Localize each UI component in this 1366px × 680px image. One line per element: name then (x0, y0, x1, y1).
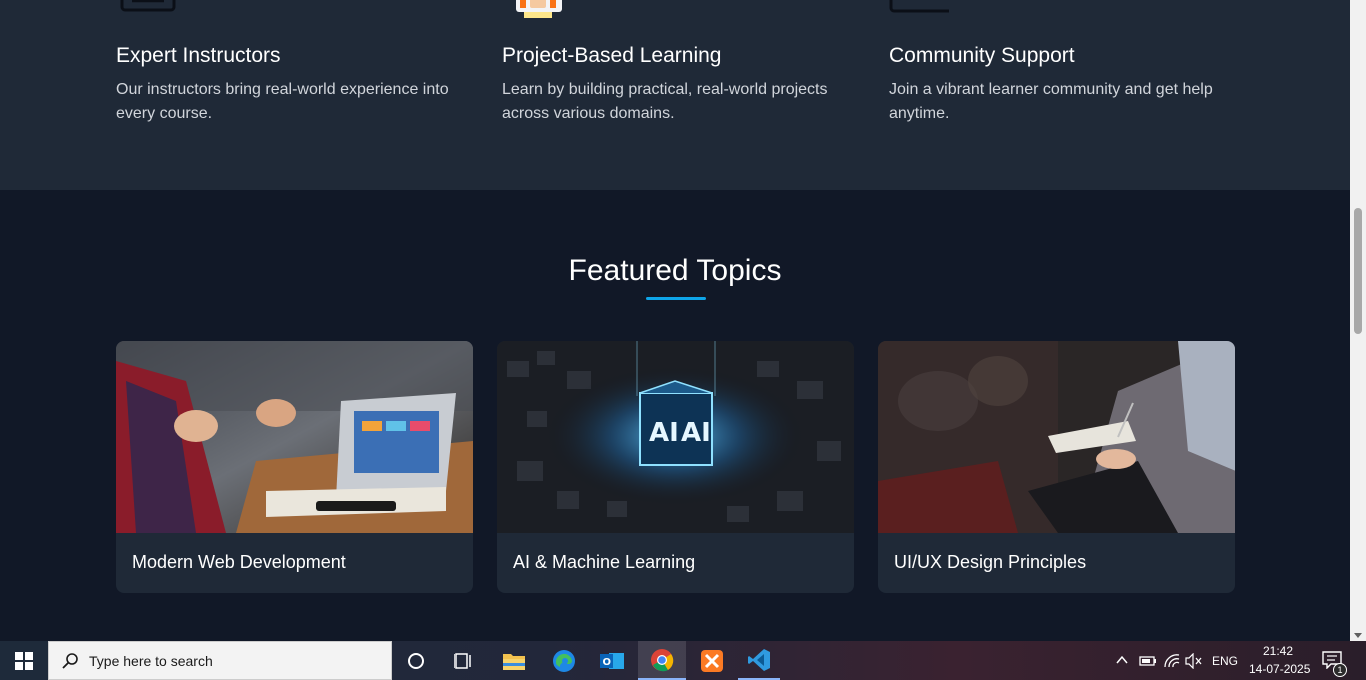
topic-card-label: AI & Machine Learning (513, 552, 696, 572)
file-explorer-button[interactable] (490, 641, 538, 680)
start-button[interactable] (0, 641, 48, 680)
wifi-icon[interactable] (1163, 653, 1181, 669)
windows-taskbar: Type here to search O ENG 21:42 14-07-20… (0, 641, 1366, 680)
community-box-icon (889, 0, 949, 13)
topic-card-web-development[interactable]: Modern Web Development (116, 341, 473, 593)
svg-text:AI: AI (649, 418, 679, 448)
file-explorer-icon (503, 653, 525, 670)
edge-button[interactable] (540, 641, 588, 680)
student-avatar-icon (516, 0, 562, 18)
outlook-icon: O (600, 652, 624, 669)
clock-time[interactable]: 21:42 (1263, 644, 1293, 658)
xampp-icon (701, 649, 723, 672)
feature-description: Learn by building practical, real-world … (502, 81, 828, 122)
windows-logo-icon (15, 651, 33, 670)
chrome-button[interactable] (638, 641, 686, 680)
browser-viewport: Expert Instructors Our instructors bring… (0, 0, 1350, 641)
taskbar-search-box[interactable]: Type here to search (48, 641, 392, 680)
task-view-button[interactable] (440, 641, 488, 680)
feature-description: Our instructors bring real-world experie… (116, 81, 449, 122)
chrome-icon (651, 648, 674, 671)
heading-underline (646, 297, 706, 300)
clock-date[interactable]: 14-07-2025 (1249, 662, 1310, 676)
vscode-button[interactable] (738, 641, 780, 680)
cortana-button[interactable] (392, 641, 440, 680)
xampp-button[interactable] (688, 641, 736, 680)
language-indicator[interactable]: ENG (1212, 654, 1238, 668)
cortana-icon (408, 652, 424, 669)
task-view-icon (454, 652, 471, 669)
ai-cube-photo: AI AI (497, 341, 854, 533)
features-section: Expert Instructors Our instructors bring… (0, 0, 1350, 190)
vscode-icon (748, 648, 770, 671)
feature-description: Join a vibrant learner community and get… (889, 81, 1213, 122)
topic-card-label: Modern Web Development (132, 552, 346, 572)
scrollbar-thumb[interactable] (1354, 208, 1362, 334)
search-placeholder: Type here to search (89, 652, 213, 669)
book-icon (120, 0, 176, 12)
page-scrollbar[interactable] (1350, 0, 1366, 641)
scroll-down-arrow-icon[interactable] (1354, 633, 1362, 638)
svg-text:AI: AI (681, 418, 711, 448)
feature-title: Expert Instructors (116, 44, 281, 67)
feature-title: Community Support (889, 44, 1075, 67)
featured-topics-heading: Featured Topics (568, 254, 782, 287)
edge-icon (553, 649, 575, 672)
topic-card-label: UI/UX Design Principles (894, 552, 1087, 572)
feature-title: Project-Based Learning (502, 44, 722, 67)
topic-card-ui-ux[interactable]: UI/UX Design Principles (878, 341, 1235, 593)
notification-count-badge: 1 (1333, 663, 1347, 677)
battery-icon[interactable] (1139, 655, 1157, 667)
speaker-muted-icon[interactable] (1185, 653, 1203, 669)
chevron-up-icon[interactable] (1116, 655, 1128, 665)
svg-text:O: O (603, 657, 612, 668)
topic-card-ai-ml[interactable]: AI AI AI & Machine Learning (497, 341, 854, 593)
notes-audience-photo (878, 341, 1235, 533)
laptop-meeting-photo (116, 341, 473, 533)
outlook-button[interactable]: O (588, 641, 636, 680)
search-icon (62, 652, 78, 669)
